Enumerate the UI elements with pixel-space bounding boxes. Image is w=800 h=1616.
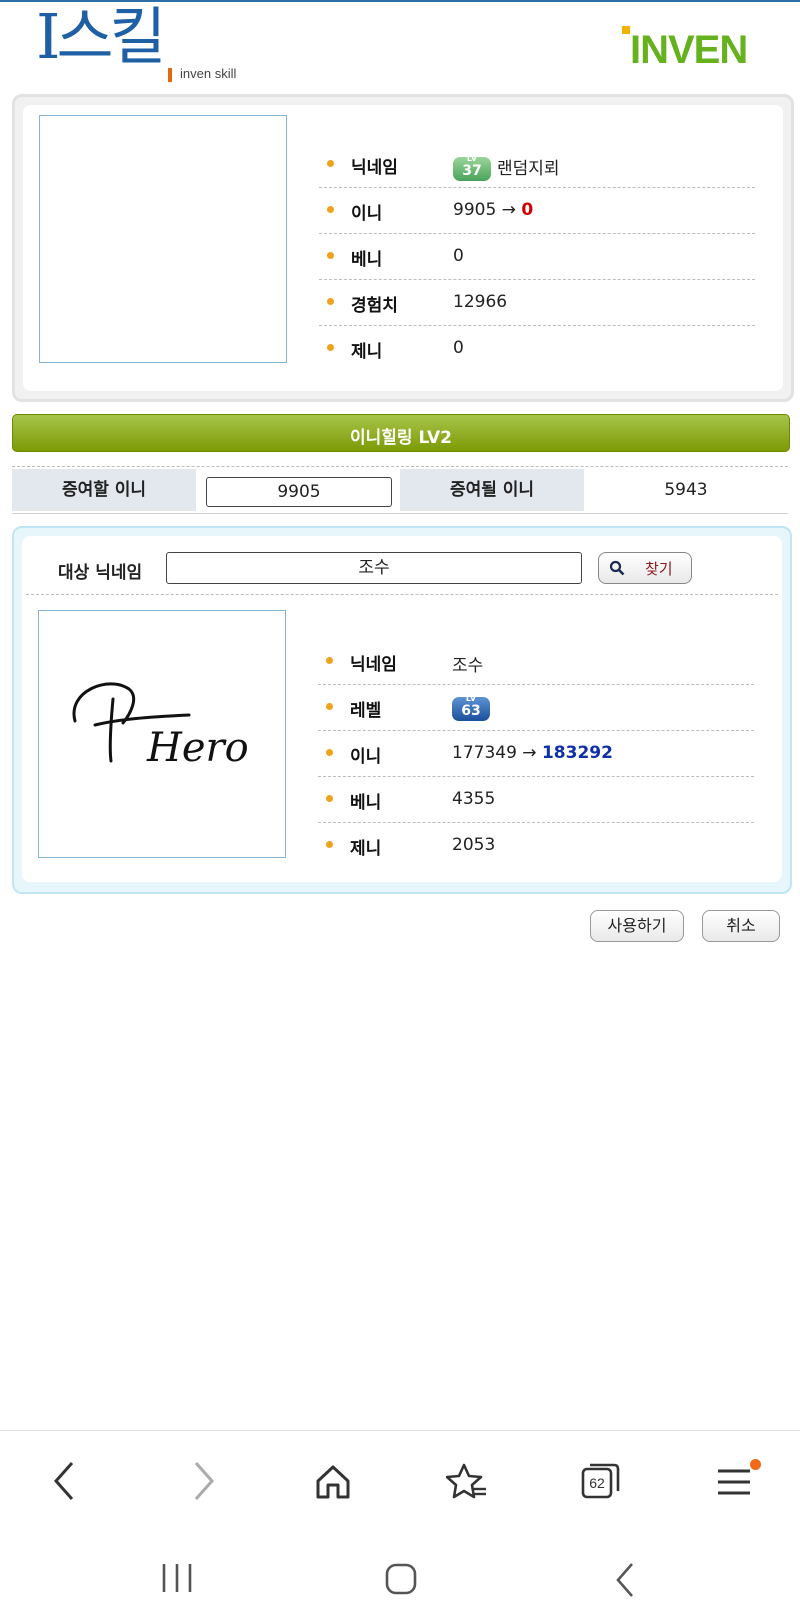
ini-after: 183292 [541, 743, 613, 763]
row-value: LV 37 랜덤지뢰 [453, 154, 560, 181]
target-info: 닉네임 조수 레벨 LV 63 이니 177349 → 183292 베니 435… [318, 638, 754, 878]
badge-lv-text: LV [466, 154, 478, 163]
badge-level-number: 37 [462, 163, 482, 179]
row-exp: 경험치 12966 [319, 279, 755, 326]
nickname-value: 랜덤지뢰 [497, 159, 560, 179]
row-label: 경험치 [351, 296, 398, 316]
logo-accent-bar [168, 68, 172, 82]
ini-after: 0 [521, 200, 534, 220]
level-badge-icon: LV 63 [452, 694, 490, 721]
row-label: 제니 [351, 342, 383, 362]
row-label: 제니 [350, 839, 382, 859]
receive-ini-value: 5943 [664, 480, 708, 500]
skill-title-bar: 이니힐링 LV2 [12, 414, 790, 452]
row-value: 9905 → 0 [453, 200, 533, 220]
row-beni: 베니 4355 [318, 776, 754, 823]
badge-level-number: 63 [461, 703, 481, 719]
target-inner: 대상 닉네임 조수 찾기 Hero 닉네임 조수 레벨 LV 63 이니 177… [22, 536, 782, 882]
receive-ini-label: 증여될 이니 [400, 469, 584, 511]
gift-row: 증여할 이니 9905 증여될 이니 5943 [12, 466, 788, 514]
inven-logo-dot [622, 26, 630, 34]
ini-current: 9905 → [453, 200, 516, 220]
logo-subtitle: inven skill [180, 66, 237, 81]
row-label: 이니 [351, 204, 383, 224]
divider [26, 594, 778, 595]
bullet-icon [326, 795, 333, 802]
my-profile-inner: 닉네임 LV 37 랜덤지뢰 이니 9905 → 0 베니 0 경험치 12966 [23, 105, 783, 391]
row-value: 177349 → 183292 [452, 743, 613, 763]
target-nickname-input[interactable]: 조수 [166, 552, 582, 584]
row-value: 12966 [453, 292, 508, 312]
bullet-icon [326, 749, 333, 756]
badge-lv-text: LV [465, 694, 477, 703]
row-value: 0 [453, 338, 464, 358]
my-profile-photo [39, 115, 287, 363]
back-icon[interactable] [50, 1459, 80, 1503]
browser-bottom-nav: 62 [0, 1430, 800, 1541]
tabs-icon[interactable]: 62 [580, 1461, 620, 1501]
target-panel: 대상 닉네임 조수 찾기 Hero 닉네임 조수 레벨 LV 63 이니 177… [12, 526, 792, 894]
level-badge-icon: LV 37 [453, 154, 491, 181]
notification-dot [750, 1459, 761, 1470]
give-ini-input[interactable]: 9905 [206, 477, 392, 507]
row-value: LV 63 [452, 694, 496, 721]
bullet-icon [326, 703, 333, 710]
row-value: 4355 [452, 789, 496, 809]
use-button[interactable]: 사용하기 [590, 910, 684, 942]
row-nickname: 닉네임 조수 [318, 638, 754, 685]
home-icon[interactable] [314, 1463, 352, 1501]
row-value: 2053 [452, 835, 496, 855]
hero-signature-image: Hero [72, 682, 249, 771]
iskill-logo[interactable]: I스킬 [36, 0, 167, 76]
row-label: 닉네임 [351, 158, 398, 178]
give-ini-label: 증여할 이니 [12, 469, 196, 511]
row-ini: 이니 9905 → 0 [319, 187, 755, 234]
row-value: 조수 [452, 656, 484, 676]
row-zeni: 제니 2053 [318, 822, 754, 868]
recent-apps-icon[interactable] [160, 1562, 194, 1594]
bullet-icon [327, 298, 334, 305]
search-icon [609, 560, 625, 576]
find-button[interactable]: 찾기 [598, 552, 692, 584]
menu-icon[interactable] [716, 1459, 761, 1505]
cancel-button[interactable]: 취소 [702, 910, 780, 942]
bookmarks-icon[interactable] [446, 1461, 488, 1503]
find-label: 찾기 [645, 560, 673, 578]
row-label: 닉네임 [350, 655, 397, 675]
row-label: 레벨 [350, 701, 382, 721]
system-nav-bar [0, 1540, 800, 1616]
row-value: 0 [453, 246, 464, 266]
bullet-icon [327, 344, 334, 351]
row-nickname: 닉네임 LV 37 랜덤지뢰 [319, 141, 755, 188]
bullet-icon [327, 160, 334, 167]
tab-count: 62 [589, 1475, 605, 1491]
bullet-icon [327, 206, 334, 213]
row-label: 베니 [351, 250, 383, 270]
row-label: 이니 [350, 747, 382, 767]
row-beni: 베니 0 [319, 233, 755, 280]
bullet-icon [326, 841, 333, 848]
row-zeni: 제니 0 [319, 325, 755, 371]
hamburger-icon [718, 1469, 750, 1495]
signature-text: Hero [146, 725, 249, 771]
forward-icon[interactable] [188, 1459, 218, 1503]
inven-logo[interactable]: INVEN [630, 28, 748, 73]
target-profile-photo: Hero [38, 610, 286, 858]
ini-current: 177349 → [452, 743, 537, 763]
row-ini: 이니 177349 → 183292 [318, 730, 754, 777]
my-profile-panel: 닉네임 LV 37 랜덤지뢰 이니 9905 → 0 베니 0 경험치 12966 [12, 94, 794, 402]
system-back-icon[interactable] [614, 1562, 638, 1598]
home-button-icon[interactable] [384, 1562, 418, 1596]
my-profile-info: 닉네임 LV 37 랜덤지뢰 이니 9905 → 0 베니 0 경험치 12966 [319, 141, 755, 381]
target-search-label: 대상 닉네임 [58, 563, 143, 583]
bullet-icon [326, 657, 333, 664]
bullet-icon [327, 252, 334, 259]
skill-title: 이니힐링 LV2 [350, 428, 452, 448]
row-level: 레벨 LV 63 [318, 684, 754, 731]
row-label: 베니 [350, 793, 382, 813]
